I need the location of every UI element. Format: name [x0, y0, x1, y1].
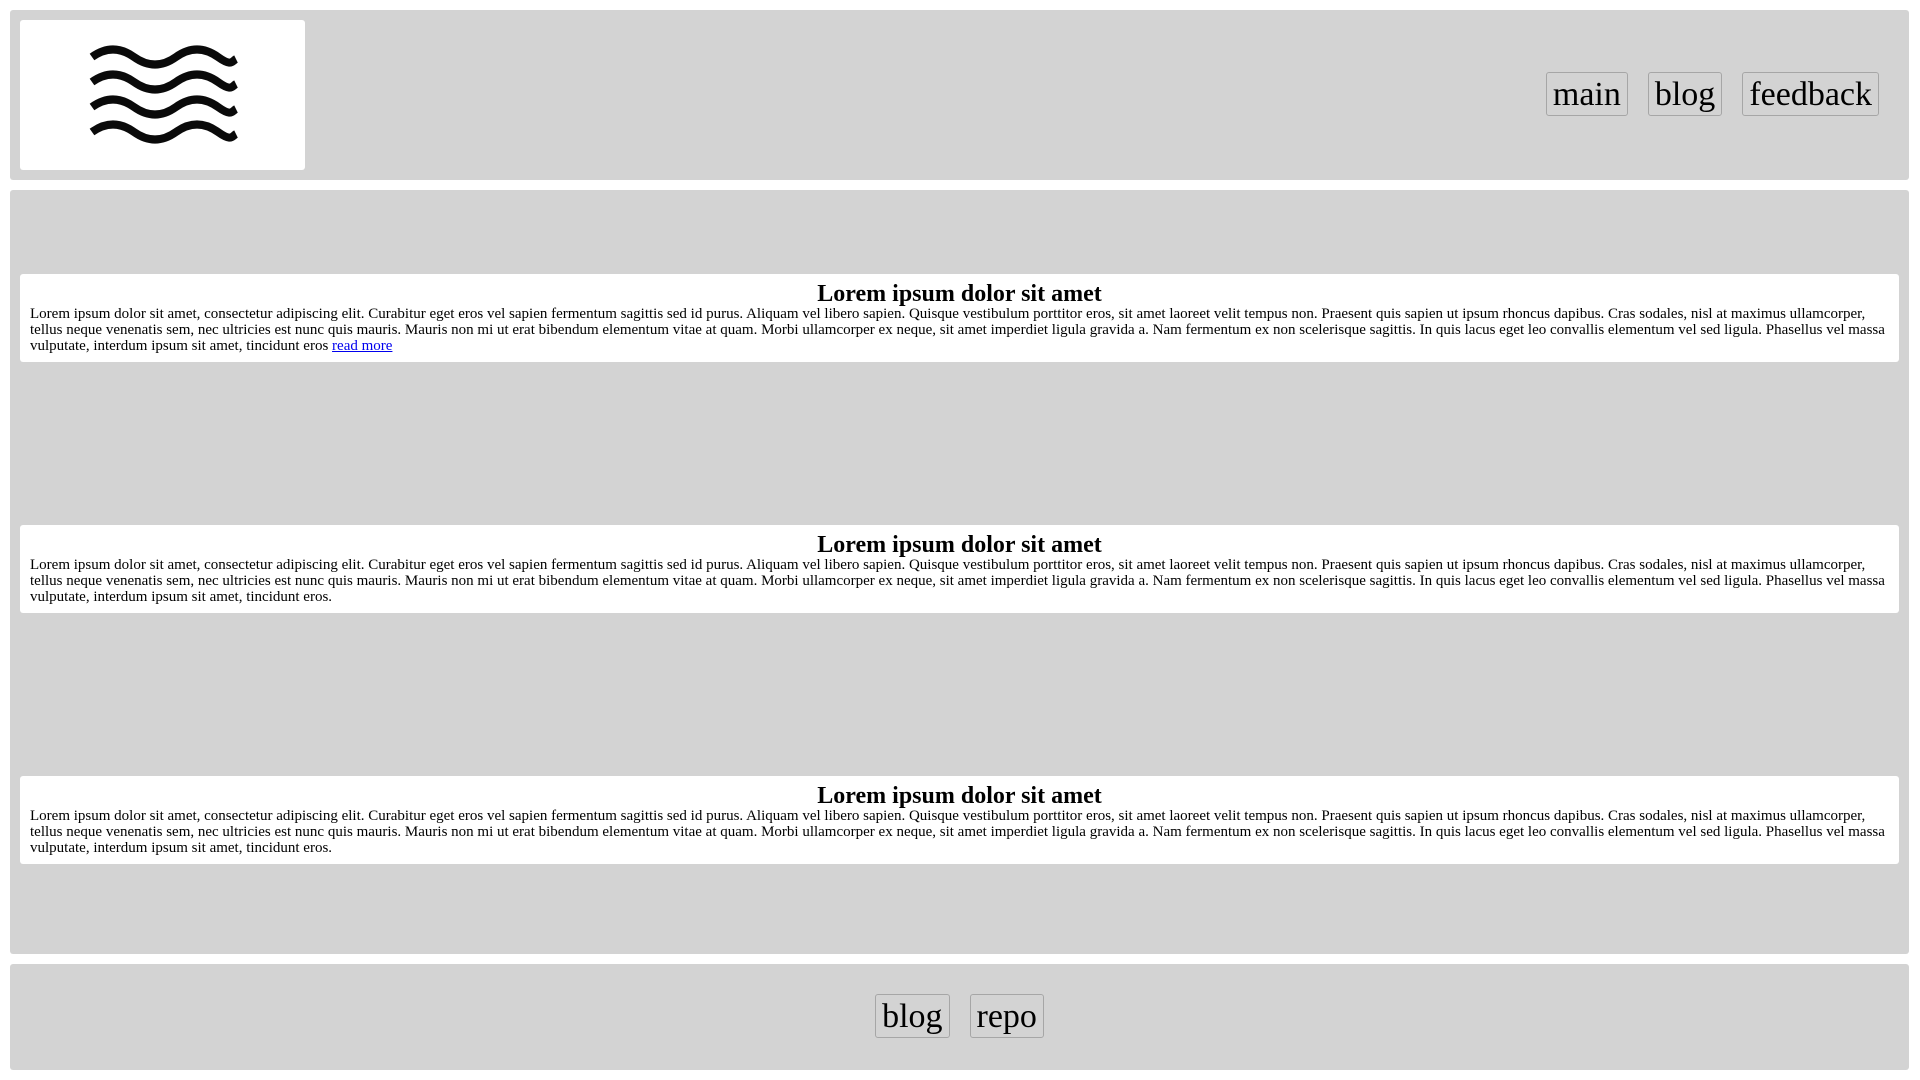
main-content: Lorem ipsum dolor sit amet Lorem ipsum d… [10, 190, 1909, 954]
article-card: Lorem ipsum dolor sit amet Lorem ipsum d… [20, 274, 1899, 362]
site-header: main blog feedback [10, 10, 1909, 180]
article-text: Lorem ipsum dolor sit amet, consectetur … [30, 306, 1885, 354]
article-body: Lorem ipsum dolor sit amet, consectetur … [30, 808, 1885, 856]
nav-feedback-button[interactable]: feedback [1742, 72, 1879, 116]
nav-main-button[interactable]: main [1545, 72, 1628, 116]
article-body: Lorem ipsum dolor sit amet, consectetur … [30, 557, 1885, 605]
header-nav: main blog feedback [1545, 72, 1879, 116]
read-more-link[interactable]: read more [332, 338, 392, 354]
article-title: Lorem ipsum dolor sit amet [817, 281, 1102, 307]
footer-blog-button[interactable]: blog [875, 994, 950, 1038]
article-card: Lorem ipsum dolor sit amet Lorem ipsum d… [20, 525, 1899, 613]
logo[interactable] [20, 20, 305, 170]
article-title: Lorem ipsum dolor sit amet [817, 783, 1102, 809]
article-body: Lorem ipsum dolor sit amet, consectetur … [30, 306, 1889, 354]
footer-nav: blog repo [10, 994, 1909, 1038]
nav-blog-button[interactable]: blog [1647, 72, 1723, 116]
site-footer: blog repo [10, 964, 1909, 1070]
wave-lines-icon [89, 45, 238, 144]
article-title: Lorem ipsum dolor sit amet [817, 532, 1102, 558]
article-card: Lorem ipsum dolor sit amet Lorem ipsum d… [20, 776, 1899, 864]
page: main blog feedback Lorem ipsum dolor sit… [0, 0, 1920, 1080]
footer-repo-button[interactable]: repo [969, 994, 1044, 1038]
